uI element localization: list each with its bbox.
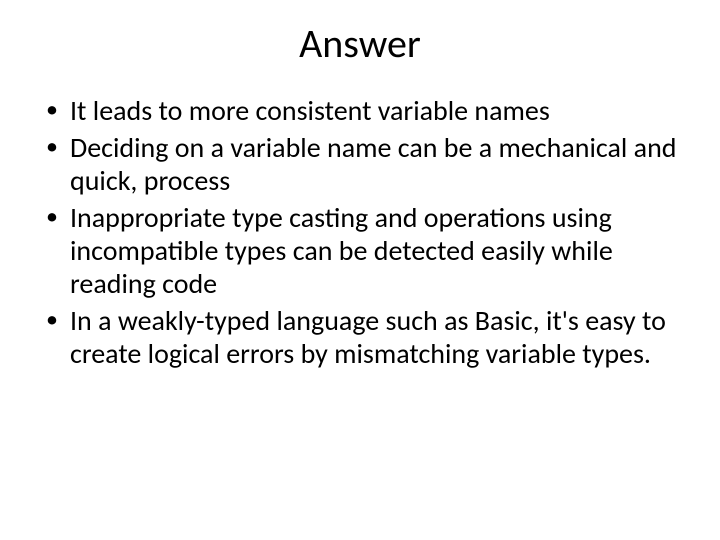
slide: Answer It leads to more consistent varia… [0,0,720,540]
list-item: Inappropriate type casting and operation… [40,201,680,300]
bullet-list: It leads to more consistent variable nam… [40,94,680,370]
list-item: In a weakly-typed language such as Basic… [40,304,680,370]
list-item: Deciding on a variable name can be a mec… [40,131,680,197]
list-item: It leads to more consistent variable nam… [40,94,680,127]
slide-title: Answer [40,22,680,66]
